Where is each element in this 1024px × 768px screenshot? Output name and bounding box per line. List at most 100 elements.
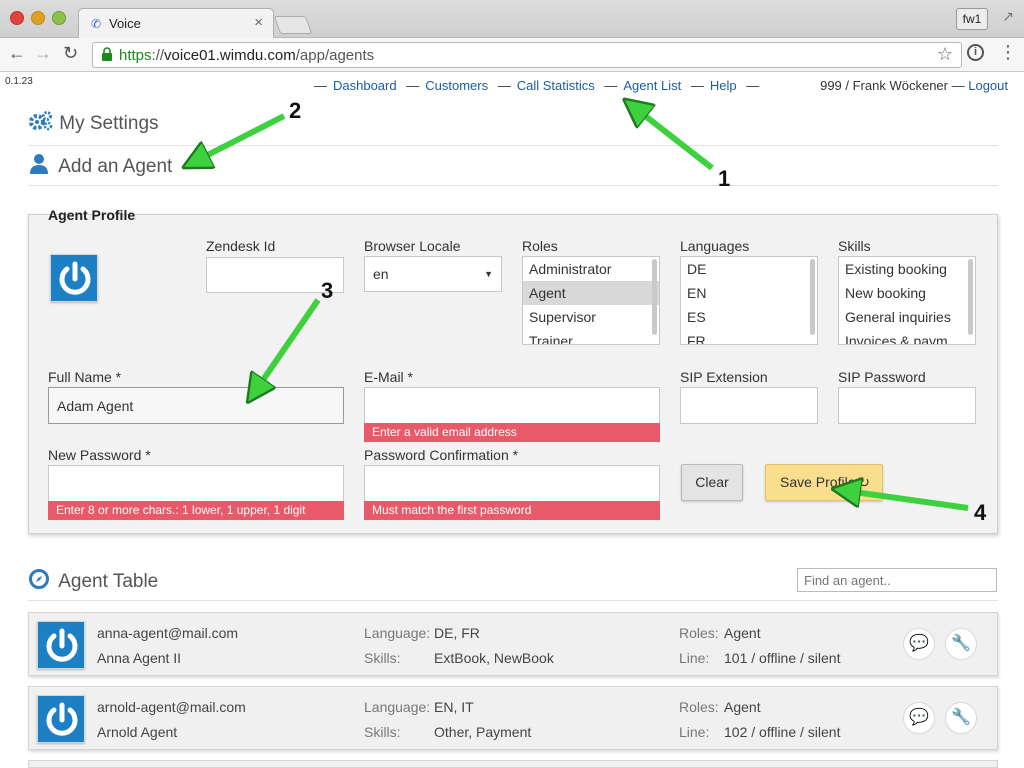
refresh-icon: ↻: [858, 474, 870, 490]
user-name: 999 / Frank Wöckener: [820, 78, 948, 93]
roles-option[interactable]: Trainer: [523, 329, 659, 344]
agent-skills: Other, Payment: [434, 724, 532, 740]
skill-option[interactable]: New booking: [839, 281, 975, 305]
agent-roles: Agent: [724, 699, 761, 715]
info-icon[interactable]: i: [967, 44, 984, 61]
nav-separator: —: [314, 78, 327, 93]
password-confirmation-input[interactable]: [364, 465, 660, 502]
zendesk-id-input[interactable]: [206, 257, 344, 293]
agent-row[interactable]: arnold-agent@mail.com Arnold Agent Langu…: [28, 686, 998, 750]
wrench-icon[interactable]: 🔧: [945, 628, 977, 660]
power-icon: [59, 261, 91, 295]
nav-customers[interactable]: Customers: [425, 78, 488, 93]
scrollbar[interactable]: [652, 259, 657, 335]
email-input[interactable]: [364, 387, 660, 424]
profile-button[interactable]: fw1: [956, 8, 988, 30]
browser-toolbar: ← → ↻ https://voice01.wimdu.com/app/agen…: [0, 38, 1024, 72]
scrollbar[interactable]: [968, 259, 973, 335]
menu-icon[interactable]: ⋮: [999, 43, 1017, 61]
agent-name: Anna Agent II: [97, 650, 182, 666]
new-tab-button[interactable]: [273, 16, 313, 34]
browser-locale-value: en: [373, 266, 389, 282]
agent-row[interactable]: anna-agent@mail.com Anna Agent II Langua…: [28, 612, 998, 676]
power-icon: [46, 702, 78, 736]
add-agent-heading[interactable]: Add an Agent: [28, 153, 998, 178]
url-scheme: https: [119, 47, 152, 64]
roles-listbox[interactable]: Administrator Agent Supervisor Trainer: [522, 256, 660, 345]
language-option[interactable]: ES: [681, 305, 817, 329]
logout-link[interactable]: Logout: [968, 78, 1008, 93]
back-button[interactable]: ←: [8, 43, 26, 64]
new-password-input[interactable]: [48, 465, 344, 502]
language-key: Language:: [364, 699, 431, 715]
address-bar[interactable]: https://voice01.wimdu.com/app/agents ☆: [92, 42, 962, 68]
agent-line: 101 / offline / silent: [724, 650, 841, 666]
line-key: Line:: [679, 724, 710, 740]
skill-option[interactable]: General inquiries: [839, 305, 975, 329]
skills-listbox[interactable]: Existing booking New booking General inq…: [838, 256, 976, 345]
language-key: Language:: [364, 625, 431, 641]
url-text: https://voice01.wimdu.com/app/agents: [119, 47, 374, 64]
nav-help[interactable]: Help: [710, 78, 737, 93]
url-path: /app/agents: [295, 47, 375, 64]
chat-icon[interactable]: 💬: [903, 702, 935, 734]
agent-search-input[interactable]: [797, 568, 997, 592]
divider: [28, 600, 998, 601]
minimize-window-button[interactable]: [31, 11, 45, 25]
scrollbar[interactable]: [810, 259, 815, 335]
line-key: Line:: [679, 650, 710, 666]
nav-separator: —: [497, 78, 511, 93]
tab-title: Voice: [109, 16, 141, 31]
language-option[interactable]: EN: [681, 281, 817, 305]
roles-key: Roles:: [679, 625, 719, 641]
add-agent-title: Add an Agent: [58, 156, 173, 177]
sip-password-input[interactable]: [838, 387, 976, 424]
roles-option[interactable]: Supervisor: [523, 305, 659, 329]
full-name-label: Full Name *: [48, 369, 122, 385]
zendesk-label: Zendesk Id: [206, 238, 276, 254]
close-window-button[interactable]: [10, 11, 24, 25]
roles-option[interactable]: Administrator: [523, 257, 659, 281]
language-option[interactable]: FR: [681, 329, 817, 344]
roles-label: Roles: [522, 238, 558, 254]
skill-option[interactable]: Invoices & paym...: [839, 329, 975, 344]
my-settings-heading[interactable]: My Settings: [28, 110, 998, 135]
browser-locale-select[interactable]: en ▼: [364, 256, 502, 292]
lock-icon: [102, 47, 112, 61]
zoom-window-button[interactable]: [52, 11, 66, 25]
nav-separator: —: [746, 78, 760, 93]
agent-line: 102 / offline / silent: [724, 724, 841, 740]
agent-avatar: [37, 695, 85, 743]
languages-listbox[interactable]: DE EN ES FR: [680, 256, 818, 345]
languages-label: Languages: [680, 238, 750, 254]
browser-tab[interactable]: ✆ Voice ×: [78, 8, 274, 39]
agent-email: anna-agent@mail.com: [97, 625, 239, 641]
language-option[interactable]: DE: [681, 257, 817, 281]
skill-option[interactable]: Existing booking: [839, 257, 975, 281]
full-name-input[interactable]: [48, 387, 344, 424]
nav-agent-list[interactable]: Agent List: [623, 78, 681, 93]
wrench-icon[interactable]: 🔧: [945, 702, 977, 734]
chat-icon[interactable]: 💬: [903, 628, 935, 660]
nav-separator: —: [604, 78, 618, 93]
reload-button[interactable]: ↻: [63, 43, 78, 64]
clear-button[interactable]: Clear: [681, 464, 743, 501]
divider: [28, 145, 998, 146]
roles-option-selected[interactable]: Agent: [523, 281, 659, 305]
forward-button[interactable]: →: [34, 43, 52, 64]
nav-separator: —: [690, 78, 704, 93]
save-profile-button[interactable]: Save Profile ↻: [765, 464, 883, 501]
tab-close-button[interactable]: ×: [254, 14, 263, 31]
bookmark-star-icon[interactable]: ☆: [937, 44, 953, 65]
sip-password-label: SIP Password: [838, 369, 926, 385]
agent-avatar[interactable]: [50, 254, 98, 302]
nav-dashboard[interactable]: Dashboard: [333, 78, 397, 93]
sip-extension-input[interactable]: [680, 387, 818, 424]
password-confirmation-label: Password Confirmation *: [364, 447, 519, 463]
fullscreen-icon[interactable]: ↗: [1002, 8, 1014, 25]
password-error: Enter 8 or more chars.: 1 lower, 1 upper…: [48, 501, 344, 520]
tab-bar: ✆ Voice × fw1 ↗: [0, 0, 1024, 39]
app-version: 0.1.23: [5, 76, 33, 87]
nav-call-statistics[interactable]: Call Statistics: [517, 78, 595, 93]
email-label: E-Mail *: [364, 369, 414, 385]
